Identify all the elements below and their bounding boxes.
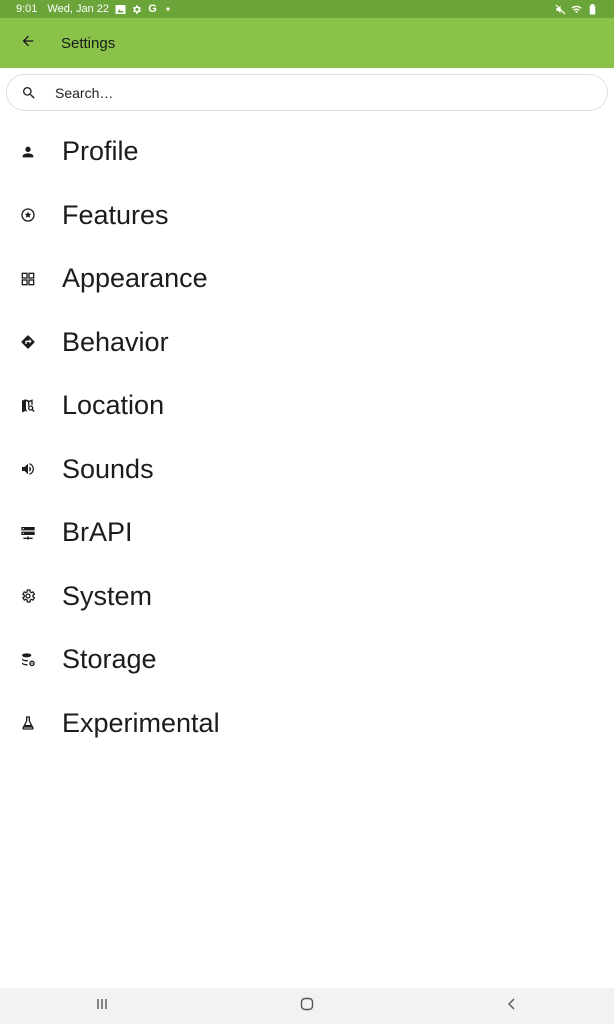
- grid-icon: [19, 270, 37, 288]
- settings-item-features[interactable]: Features: [0, 184, 614, 248]
- back-button[interactable]: [0, 18, 56, 68]
- settings-item-profile[interactable]: Profile: [0, 120, 614, 184]
- recent-apps-icon: [95, 997, 109, 1016]
- gear-icon: [19, 587, 37, 605]
- settings-item-label: Storage: [62, 644, 157, 675]
- image-icon: [115, 4, 126, 15]
- settings-item-label: Appearance: [62, 263, 208, 294]
- arrow-back-icon: [20, 33, 36, 54]
- system-nav-bar: [0, 988, 614, 1024]
- gear-icon: [131, 4, 142, 15]
- search-bar[interactable]: [6, 74, 608, 111]
- settings-item-label: Behavior: [62, 326, 169, 357]
- settings-item-label: Sounds: [62, 453, 154, 484]
- google-icon: G: [148, 3, 157, 15]
- status-time: 9:01: [16, 3, 38, 15]
- settings-item-storage[interactable]: Storage: [0, 628, 614, 692]
- battery-icon: [587, 3, 598, 15]
- person-icon: [19, 143, 37, 161]
- status-date: Wed, Jan 22: [47, 3, 109, 15]
- settings-item-behavior[interactable]: Behavior: [0, 311, 614, 375]
- settings-item-brapi[interactable]: BrAPI: [0, 501, 614, 565]
- star-circle-icon: [19, 206, 37, 224]
- settings-item-label: BrAPI: [62, 517, 133, 548]
- search-input[interactable]: [55, 84, 575, 101]
- wifi-icon: [571, 4, 582, 15]
- settings-item-label: Experimental: [62, 707, 220, 738]
- settings-item-location[interactable]: Location: [0, 374, 614, 438]
- settings-item-label: Location: [62, 390, 165, 421]
- home-button[interactable]: [277, 988, 337, 1024]
- volume-icon: [19, 460, 37, 478]
- database-cog-icon: [19, 651, 37, 669]
- status-bar: 9:01 Wed, Jan 22 G: [0, 0, 614, 18]
- app-bar: Settings: [0, 18, 614, 68]
- settings-item-experimental[interactable]: Experimental: [0, 692, 614, 756]
- dot-icon: [163, 4, 174, 15]
- search-icon: [21, 85, 37, 101]
- map-search-icon: [19, 397, 37, 415]
- nav-back-button[interactable]: [482, 988, 542, 1024]
- server-icon: [19, 524, 37, 542]
- settings-item-label: Features: [62, 199, 169, 230]
- settings-list: Profile Features Appearance Behavior Loc…: [0, 120, 614, 755]
- home-icon: [300, 997, 314, 1016]
- directions-icon: [19, 333, 37, 351]
- settings-item-system[interactable]: System: [0, 565, 614, 629]
- settings-item-label: System: [62, 580, 153, 611]
- recent-apps-button[interactable]: [72, 988, 132, 1024]
- back-icon: [505, 997, 519, 1016]
- settings-item-appearance[interactable]: Appearance: [0, 247, 614, 311]
- settings-item-sounds[interactable]: Sounds: [0, 438, 614, 502]
- mute-icon: [555, 4, 566, 15]
- settings-item-label: Profile: [62, 136, 139, 167]
- flask-icon: [19, 714, 37, 732]
- page-title: Settings: [61, 34, 116, 52]
